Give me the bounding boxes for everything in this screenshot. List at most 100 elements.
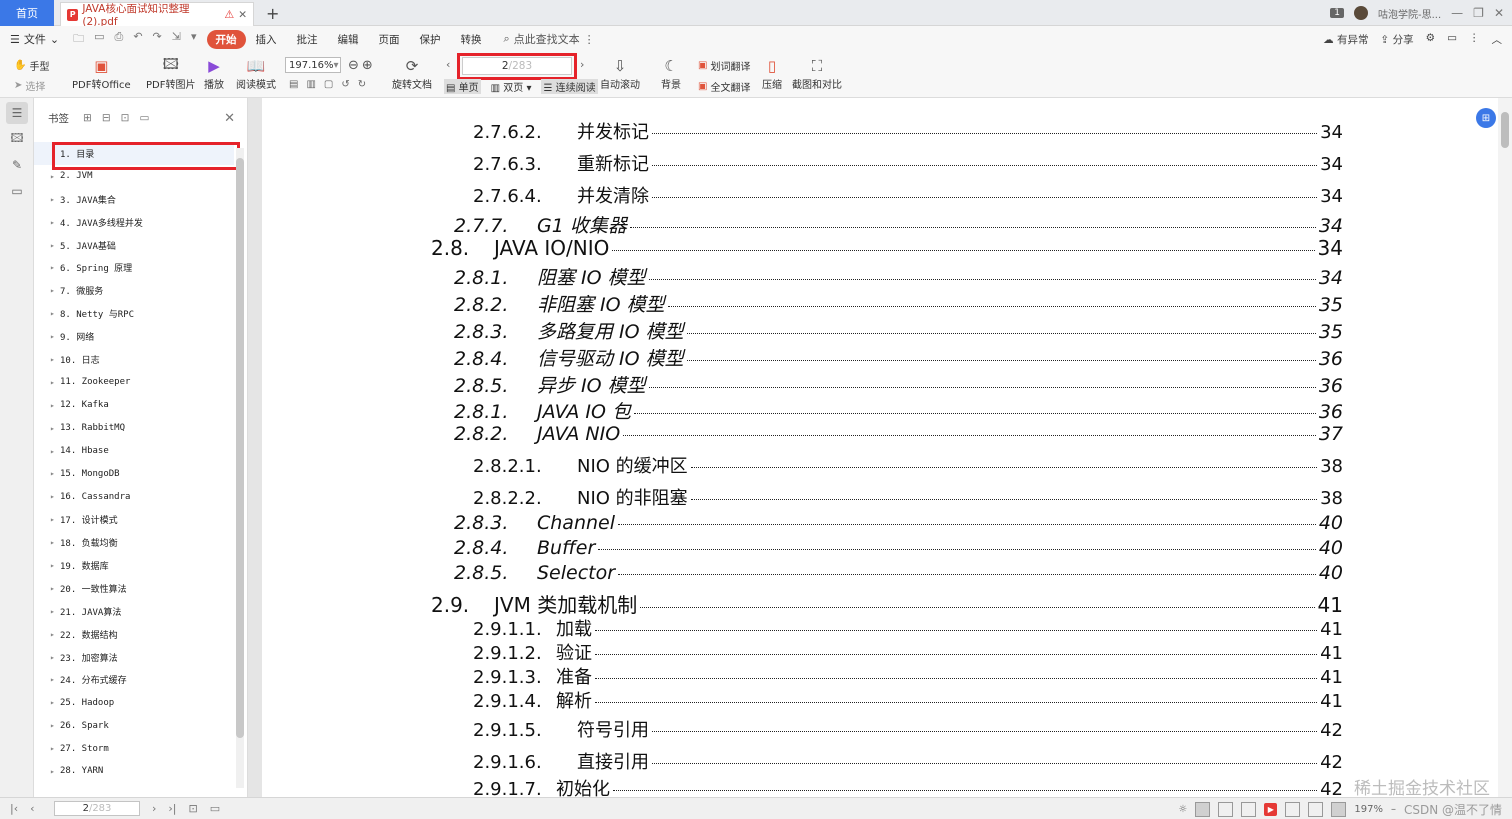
bookmark-item[interactable]: ▸ 10. 日志 [34,348,234,371]
word-translate-button[interactable]: ▣ 划词翻译 [698,58,750,73]
close-panel-icon[interactable]: ✕ [224,111,235,126]
bookmark-item[interactable]: ▸ 12. Kafka [34,394,234,417]
zoom-out-icon[interactable]: ⊖ [348,58,359,73]
toc-entry[interactable]: 2.9.1.3. 准备 41 [262,663,1343,689]
home-tab[interactable]: 首页 [0,0,54,26]
fit-page-icon[interactable] [1285,802,1301,817]
prev-page-icon[interactable]: ‹ [30,802,34,815]
more-icon[interactable]: ▾ [191,30,197,49]
bookmark-options-icon[interactable]: ▭ [139,112,149,124]
expand-all-icon[interactable]: ⊞ [83,112,92,124]
restore-icon[interactable]: ❐ [1473,6,1484,20]
more-options-icon[interactable]: ⋮ [1469,32,1480,47]
rotate-right-icon[interactable]: ↻ [358,79,366,90]
expand-arrow-icon[interactable]: ▸ [50,218,60,227]
collapse-ribbon-icon[interactable]: ︿ [1492,32,1503,47]
toc-entry[interactable]: 2.9.1.1. 加载 41 [262,615,1343,641]
expand-arrow-icon[interactable]: ▸ [50,286,60,295]
status-page-input[interactable]: 2/283 [54,801,140,816]
expand-arrow-icon[interactable]: ▸ [50,698,60,707]
bookmark-item[interactable]: ▸ 17. 设计模式 [34,508,234,531]
toc-entry[interactable]: 2.8.4. 信号驱动 IO 模型 36 [262,344,1343,371]
toc-entry[interactable]: 2.9.1.6. 直接引用 42 [262,748,1343,774]
expand-arrow-icon[interactable]: ▸ [50,195,60,204]
expand-arrow-icon[interactable]: ▸ [50,492,60,501]
compress-button[interactable]: ▯ 压缩 [762,56,782,91]
toc-entry[interactable]: 2.8.1. JAVA IO 包 36 [262,397,1343,424]
settings-icon[interactable]: ⚙ [1426,32,1435,47]
double-view-icon[interactable] [1241,802,1257,817]
export-icon[interactable]: ⇲ [172,30,181,49]
toc-entry[interactable]: 2.8.5. 异步 IO 模型 36 [262,371,1343,398]
expand-arrow-icon[interactable]: ▸ [50,584,60,593]
menu-item-insert[interactable]: 插入 [246,32,287,47]
toc-entry[interactable]: 2.8.3. 多路复用 IO 模型 35 [262,317,1343,344]
expand-arrow-icon[interactable]: ▸ [50,767,60,776]
fit-width-icon[interactable]: ▥ [306,79,315,90]
user-name[interactable]: 咕泡学院-思... [1378,6,1441,21]
continuous-view-icon[interactable] [1218,802,1234,817]
expand-arrow-icon[interactable]: ▸ [50,515,60,524]
bookmark-scrollbar[interactable] [236,148,244,788]
expand-arrow-icon[interactable]: ▸ [50,263,60,272]
menu-item-edit[interactable]: 编辑 [328,32,369,47]
file-menu[interactable]: ☰ 文件 ⌄ [10,31,59,47]
bookmark-item[interactable]: ▸ 27. Storm [34,737,234,760]
redo-icon[interactable]: ↷ [153,30,162,49]
bookmark-item[interactable]: ▸ 8. Netty 与RPC [34,302,234,325]
rotate-document-button[interactable]: ⟳ 旋转文档 [392,56,432,91]
bookmark-item[interactable]: ▸ 20. 一致性算法 [34,577,234,600]
find-text-button[interactable]: ⌕ 点此查找文本 ⋮ [504,31,595,47]
pdf-to-image-button[interactable]: 🖾 PDF转图片 [146,55,195,92]
expand-arrow-icon[interactable]: ▸ [50,424,60,433]
expand-arrow-icon[interactable]: ▸ [50,309,60,318]
toc-entry[interactable]: 2.8.1. 阻塞 IO 模型 34 [262,263,1343,290]
page-options-icon[interactable]: ▭ [210,802,220,815]
toc-entry[interactable]: 2.8. JAVA IO/NIO 34 [262,236,1343,260]
auto-scroll-button[interactable]: ⇩ 自动滚动 [600,56,640,91]
comment-icon[interactable]: ▭ [1447,32,1457,47]
hand-tool[interactable]: ✋ 手型 [14,58,49,73]
bookmark-item[interactable]: ▸ 18. 负载均衡 [34,531,234,554]
bookmark-item[interactable]: ▸ 4. JAVA多线程并发 [34,211,234,234]
toc-entry[interactable]: 2.9. JVM 类加载机制 41 [262,589,1343,618]
zoom-out-icon[interactable]: – [1391,804,1396,815]
bookmark-item[interactable]: ▸ 11. Zookeeper [34,371,234,394]
single-page-button[interactable]: ▤ 单页 [444,79,481,94]
toc-entry[interactable]: 2.7.6.4. 并发清除 34 [262,182,1343,208]
bookmark-item[interactable]: ▸ 19. 数据库 [34,554,234,577]
annotation-icon[interactable]: ✎ [6,154,28,176]
bookmark-item[interactable]: ▸ 13. RabbitMQ [34,417,234,440]
bookmark-item[interactable]: ▸ 24. 分布式缓存 [34,668,234,691]
comment-list-icon[interactable]: ▭ [6,180,28,202]
share-button[interactable]: ⇪ 分享 [1381,32,1414,47]
next-page-icon[interactable]: › [152,802,156,815]
bookmark-item[interactable]: ▸ 28. YARN [34,760,234,783]
expand-arrow-icon[interactable]: ▸ [50,332,60,341]
bookmark-item[interactable]: ▸ 23. 加密算法 [34,646,234,669]
fit-width-icon[interactable] [1308,802,1324,817]
expand-arrow-icon[interactable]: ▸ [50,630,60,639]
expand-arrow-icon[interactable]: ▸ [50,378,60,387]
expand-arrow-icon[interactable]: ▸ [50,675,60,684]
close-tab-icon[interactable]: ✕ [238,9,247,21]
bookmark-item[interactable]: ▸ 26. Spark [34,714,234,737]
single-page-view-icon[interactable] [1195,802,1211,817]
document-tab[interactable]: P JAVA核心面试知识整理 (2).pdf ⚠ ✕ [60,2,254,28]
next-page-icon[interactable]: › [580,58,584,71]
expand-arrow-icon[interactable]: ▸ [50,172,60,181]
rotate-left-icon[interactable]: ↺ [341,79,349,90]
bookmark-item[interactable]: ▸ 15. MongoDB [34,462,234,485]
floating-tool-icon[interactable]: ⊞ [1476,108,1496,128]
menu-item-annotate[interactable]: 批注 [287,32,328,47]
save-icon[interactable]: ▭ [94,30,104,49]
bookmark-item[interactable]: ▸ 22. 数据结构 [34,623,234,646]
zoom-in-icon[interactable]: ⊕ [362,58,373,73]
continuous-read-button[interactable]: ☰ 连续阅读 [541,79,598,94]
window-count-badge[interactable]: 1 [1330,8,1345,18]
bookmark-item[interactable]: ▸ 25. Hadoop [34,691,234,714]
select-tool[interactable]: ➤ 选择 [14,78,45,93]
expand-arrow-icon[interactable]: ▸ [50,607,60,616]
expand-arrow-icon[interactable]: ▸ [50,241,60,250]
avatar[interactable] [1354,6,1369,20]
